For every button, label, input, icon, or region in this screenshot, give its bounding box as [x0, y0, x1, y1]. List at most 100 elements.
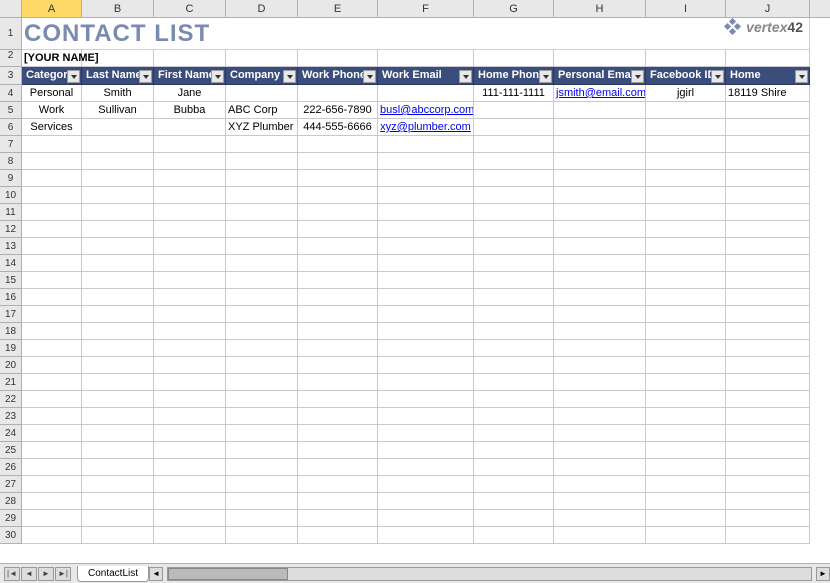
empty-cell[interactable] — [22, 408, 82, 425]
empty-cell[interactable] — [554, 306, 646, 323]
empty-cell[interactable] — [154, 153, 226, 170]
empty-cell[interactable] — [22, 510, 82, 527]
empty-cell[interactable] — [82, 204, 154, 221]
empty-cell[interactable] — [22, 153, 82, 170]
empty-cell[interactable] — [726, 187, 810, 204]
empty-cell[interactable] — [298, 510, 378, 527]
empty-cell[interactable] — [154, 391, 226, 408]
empty-cell[interactable] — [378, 510, 474, 527]
row-header[interactable]: 18 — [0, 323, 22, 340]
empty-cell[interactable] — [82, 306, 154, 323]
empty-cell[interactable] — [82, 374, 154, 391]
empty-cell[interactable] — [298, 527, 378, 544]
empty-cell[interactable] — [726, 221, 810, 238]
row-header[interactable]: 20 — [0, 357, 22, 374]
column-header-A[interactable]: A — [22, 0, 82, 17]
empty-cell[interactable] — [154, 493, 226, 510]
row-header[interactable]: 10 — [0, 187, 22, 204]
data-cell[interactable] — [298, 85, 378, 102]
row-header[interactable]: 27 — [0, 476, 22, 493]
data-cell[interactable] — [378, 85, 474, 102]
row-header[interactable]: 16 — [0, 289, 22, 306]
empty-cell[interactable] — [298, 323, 378, 340]
empty-cell[interactable] — [726, 357, 810, 374]
data-cell[interactable]: Services — [22, 119, 82, 136]
empty-cell[interactable] — [82, 459, 154, 476]
empty-cell[interactable] — [726, 391, 810, 408]
empty-cell[interactable] — [154, 527, 226, 544]
data-cell[interactable] — [82, 119, 154, 136]
empty-cell[interactable] — [298, 306, 378, 323]
table-header-category[interactable]: Category — [22, 67, 82, 85]
empty-cell[interactable] — [378, 357, 474, 374]
empty-cell[interactable] — [298, 425, 378, 442]
filter-dropdown-button[interactable] — [795, 70, 808, 83]
empty-cell[interactable] — [554, 476, 646, 493]
empty-cell[interactable] — [726, 408, 810, 425]
empty-cell[interactable] — [154, 238, 226, 255]
data-cell[interactable]: 111-111-1111 — [474, 85, 554, 102]
row-header[interactable]: 13 — [0, 238, 22, 255]
empty-cell[interactable] — [554, 272, 646, 289]
empty-cell[interactable] — [154, 510, 226, 527]
empty-cell[interactable] — [726, 255, 810, 272]
empty-cell[interactable] — [554, 527, 646, 544]
filter-dropdown-button[interactable] — [631, 70, 644, 83]
empty-cell[interactable] — [554, 459, 646, 476]
empty-cell[interactable] — [474, 255, 554, 272]
email-link[interactable]: jsmith@email.com — [556, 87, 646, 99]
empty-cell[interactable] — [226, 221, 298, 238]
data-cell[interactable]: Jane — [154, 85, 226, 102]
empty-cell[interactable] — [226, 136, 298, 153]
row-header[interactable]: 4 — [0, 85, 22, 102]
empty-cell[interactable] — [726, 306, 810, 323]
table-header-home[interactable]: Home — [726, 67, 810, 85]
row-header[interactable]: 3 — [0, 67, 22, 85]
empty-cell[interactable] — [726, 442, 810, 459]
subtitle-cell[interactable]: [YOUR NAME] — [22, 50, 82, 67]
empty-cell[interactable] — [22, 289, 82, 306]
row-header[interactable]: 7 — [0, 136, 22, 153]
empty-cell[interactable] — [646, 221, 726, 238]
empty-cell[interactable] — [646, 510, 726, 527]
row-header[interactable]: 19 — [0, 340, 22, 357]
empty-cell[interactable] — [298, 374, 378, 391]
empty-cell[interactable] — [82, 221, 154, 238]
empty-cell[interactable] — [378, 374, 474, 391]
empty-cell[interactable] — [22, 459, 82, 476]
empty-cell[interactable] — [726, 153, 810, 170]
empty-cell[interactable] — [22, 323, 82, 340]
empty-cell[interactable] — [554, 442, 646, 459]
empty-cell[interactable] — [378, 170, 474, 187]
column-header-F[interactable]: F — [378, 0, 474, 17]
data-cell[interactable]: 444-555-6666 — [298, 119, 378, 136]
empty-cell[interactable] — [554, 255, 646, 272]
empty-cell[interactable] — [474, 459, 554, 476]
sheet-tab-active[interactable]: ContactList — [77, 566, 149, 582]
data-cell[interactable]: 18119 Shire — [726, 85, 810, 102]
empty-cell[interactable] — [646, 187, 726, 204]
empty-cell[interactable] — [82, 289, 154, 306]
empty-cell[interactable] — [298, 187, 378, 204]
empty-cell[interactable] — [646, 493, 726, 510]
empty-cell[interactable] — [82, 493, 154, 510]
empty-cell[interactable] — [554, 204, 646, 221]
column-header-H[interactable]: H — [554, 0, 646, 17]
cell[interactable] — [378, 50, 474, 67]
empty-cell[interactable] — [22, 527, 82, 544]
empty-cell[interactable] — [726, 493, 810, 510]
filter-dropdown-button[interactable] — [539, 70, 552, 83]
empty-cell[interactable] — [226, 493, 298, 510]
cell[interactable] — [226, 50, 298, 67]
empty-cell[interactable] — [154, 187, 226, 204]
data-cell[interactable]: Smith — [82, 85, 154, 102]
column-header-C[interactable]: C — [154, 0, 226, 17]
row-header[interactable]: 6 — [0, 119, 22, 136]
empty-cell[interactable] — [22, 204, 82, 221]
empty-cell[interactable] — [22, 255, 82, 272]
empty-cell[interactable] — [154, 459, 226, 476]
empty-cell[interactable] — [474, 170, 554, 187]
empty-cell[interactable] — [82, 323, 154, 340]
empty-cell[interactable] — [22, 221, 82, 238]
empty-cell[interactable] — [474, 374, 554, 391]
